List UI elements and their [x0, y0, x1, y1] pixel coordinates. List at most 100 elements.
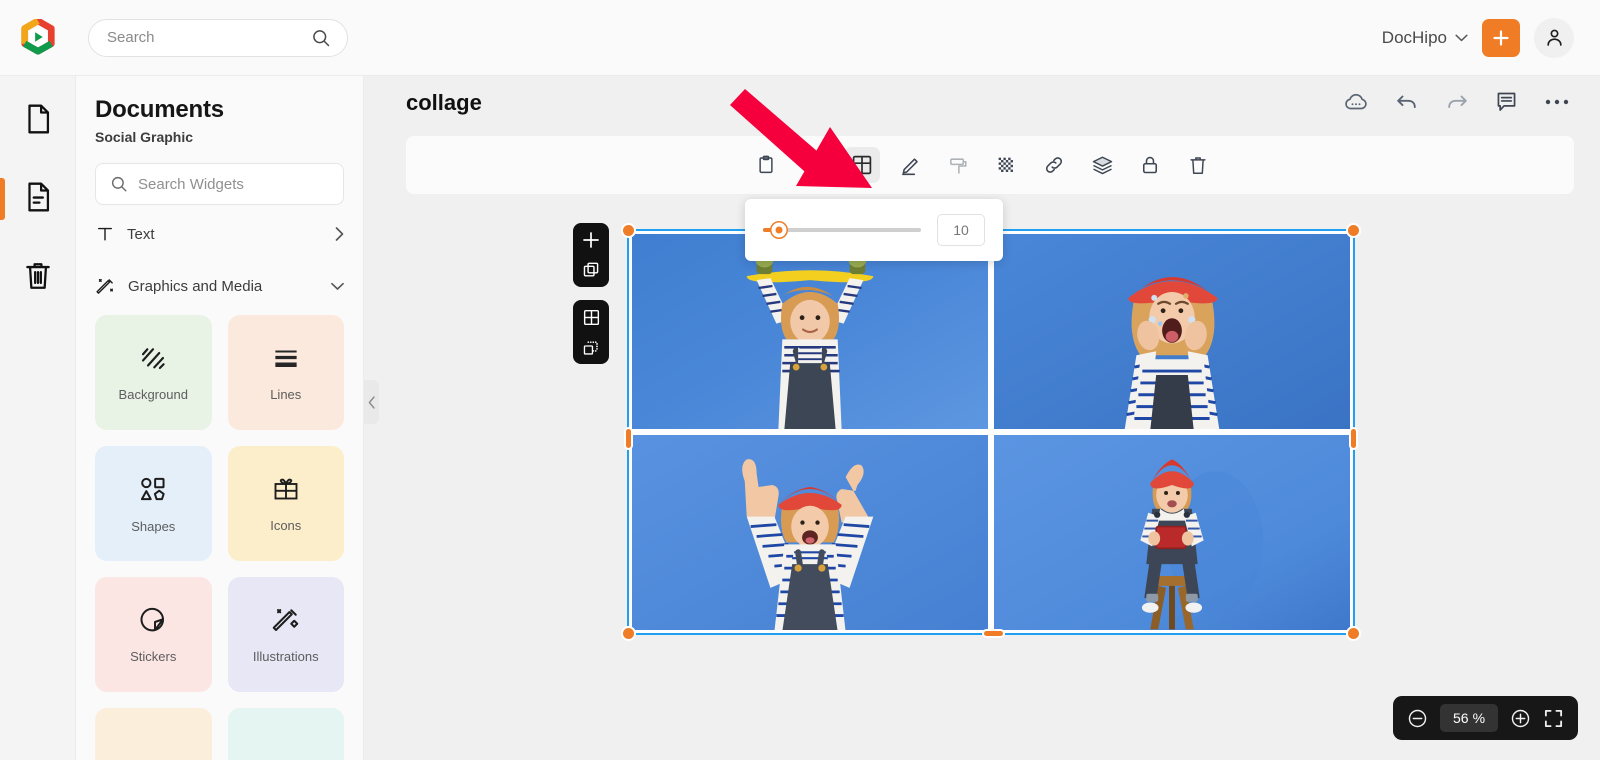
pencil-ruler-icon [272, 609, 298, 631]
widget-card-label: Icons [270, 518, 302, 533]
create-new-button[interactable] [1482, 18, 1520, 57]
resize-handle-left-middle[interactable] [624, 427, 633, 450]
document-actions [1343, 90, 1570, 113]
sidebar-section-label: Graphics and Media [128, 277, 263, 295]
duplicate-page-button[interactable] [576, 257, 606, 283]
widget-card-shapes[interactable]: Shapes [95, 446, 212, 561]
widget-card-label: Lines [270, 387, 302, 402]
collage-cell-2[interactable] [994, 234, 1350, 429]
resize-handle-right-middle[interactable] [1349, 427, 1358, 450]
graphics-media-icon [96, 278, 114, 294]
widget-card-label: Illustrations [252, 649, 319, 664]
collage-layout-button[interactable] [844, 147, 880, 183]
sidebar-collapse-handle[interactable] [364, 380, 379, 424]
top-bar: Search DocHipo [0, 0, 1600, 76]
sidebar-section-graphics-and-media[interactable]: Graphics and Media [95, 263, 344, 309]
collage-cell-1[interactable] [632, 234, 988, 429]
paint-roller-icon [949, 157, 967, 174]
widget-card-illustrations[interactable]: Illustrations [227, 577, 344, 692]
collage-image-1 [632, 234, 988, 429]
global-search[interactable]: Search [88, 18, 348, 57]
style-paint-button[interactable] [940, 147, 976, 183]
grid-layout-icon [583, 309, 599, 325]
pages-icon [27, 182, 49, 212]
sidebar-item-documents[interactable] [0, 90, 76, 148]
resize-handle-top-left[interactable] [621, 223, 636, 238]
resize-handle-bottom-middle[interactable] [982, 629, 1005, 638]
gift-icon [274, 478, 298, 500]
chevron-left-icon [368, 395, 375, 409]
resize-handle-bottom-left[interactable] [621, 626, 636, 641]
link-button[interactable] [1036, 147, 1072, 183]
zoom-unit: % [1472, 710, 1486, 726]
duplicate-icon [583, 262, 598, 277]
widget-card-stickers[interactable]: Stickers [95, 577, 212, 692]
layers-icon [1092, 156, 1112, 174]
lines-icon [275, 350, 297, 367]
lock-button[interactable] [1132, 147, 1168, 183]
chevron-down-icon [1455, 34, 1468, 41]
collage-grid [629, 231, 1353, 633]
sidebar-section-text[interactable]: Text [95, 211, 344, 257]
crop-frame-icon [583, 340, 598, 355]
grid-layout-button[interactable] [576, 304, 606, 330]
logo-container[interactable] [0, 18, 76, 57]
widget-card-partial-2[interactable] [227, 708, 344, 760]
transparency-button[interactable] [988, 147, 1024, 183]
add-page-button[interactable] [576, 227, 606, 253]
sticker-icon [140, 607, 165, 632]
zoom-level[interactable]: 56 % [1440, 704, 1498, 732]
gap-value-input[interactable]: 10 [937, 214, 985, 246]
magic-wand-icon [806, 156, 823, 174]
widget-card-partial-1[interactable] [95, 708, 212, 760]
zoom-out-button[interactable] [1407, 708, 1428, 729]
search-icon [111, 176, 127, 192]
comments-button[interactable] [1495, 90, 1518, 113]
gap-slider[interactable] [763, 222, 921, 238]
cloud-save-button[interactable] [1343, 91, 1369, 113]
layout-tools-pill [573, 300, 609, 364]
fit-screen-button[interactable] [1543, 708, 1564, 729]
shapes-icon [141, 477, 165, 501]
edit-button[interactable] [892, 147, 928, 183]
more-options-button[interactable] [1544, 98, 1570, 106]
collage-grid-icon [852, 155, 872, 175]
resize-handle-bottom-right[interactable] [1346, 626, 1361, 641]
document-title[interactable]: collage [406, 90, 482, 116]
widget-card-background[interactable]: Background [95, 315, 212, 430]
top-bar-right: DocHipo [1382, 17, 1600, 58]
effects-button[interactable] [796, 147, 832, 183]
gap-slider-knob[interactable] [771, 222, 787, 238]
trash-icon [1190, 157, 1206, 174]
widget-card-icons[interactable]: Icons [227, 446, 344, 561]
sidebar-item-trash[interactable] [0, 246, 76, 304]
zoom-out-icon [1408, 709, 1427, 727]
widget-search-input[interactable]: Search Widgets [95, 163, 344, 205]
resize-handle-top-right[interactable] [1346, 223, 1361, 238]
collage-cell-4[interactable] [994, 435, 1350, 630]
chevron-down-icon [331, 282, 344, 290]
global-search-placeholder: Search [107, 29, 155, 46]
redo-button[interactable] [1445, 91, 1469, 113]
sidebar-item-pages[interactable] [0, 168, 76, 226]
widget-card-lines[interactable]: Lines [227, 315, 344, 430]
collage-cell-3[interactable] [632, 435, 988, 630]
undo-button[interactable] [1395, 91, 1419, 113]
transparency-icon [998, 157, 1013, 172]
link-icon [1045, 157, 1063, 173]
page-subtitle: Social Graphic [95, 129, 194, 145]
account-button[interactable] [1534, 17, 1574, 58]
layers-button[interactable] [1084, 147, 1120, 183]
page-tools-pill [573, 223, 609, 287]
collage-element[interactable] [621, 223, 1361, 641]
widget-search-placeholder: Search Widgets [138, 175, 244, 193]
paste-button[interactable] [748, 147, 784, 183]
zoom-in-button[interactable] [1510, 708, 1531, 729]
text-icon [98, 227, 112, 241]
collage-image-2 [994, 234, 1350, 429]
workspace-name: DocHipo [1381, 27, 1447, 47]
workspace-selector[interactable]: DocHipo [1382, 28, 1468, 48]
delete-element-button[interactable] [1180, 147, 1216, 183]
clipboard-icon [759, 155, 773, 174]
crop-frame-button[interactable] [576, 334, 606, 360]
